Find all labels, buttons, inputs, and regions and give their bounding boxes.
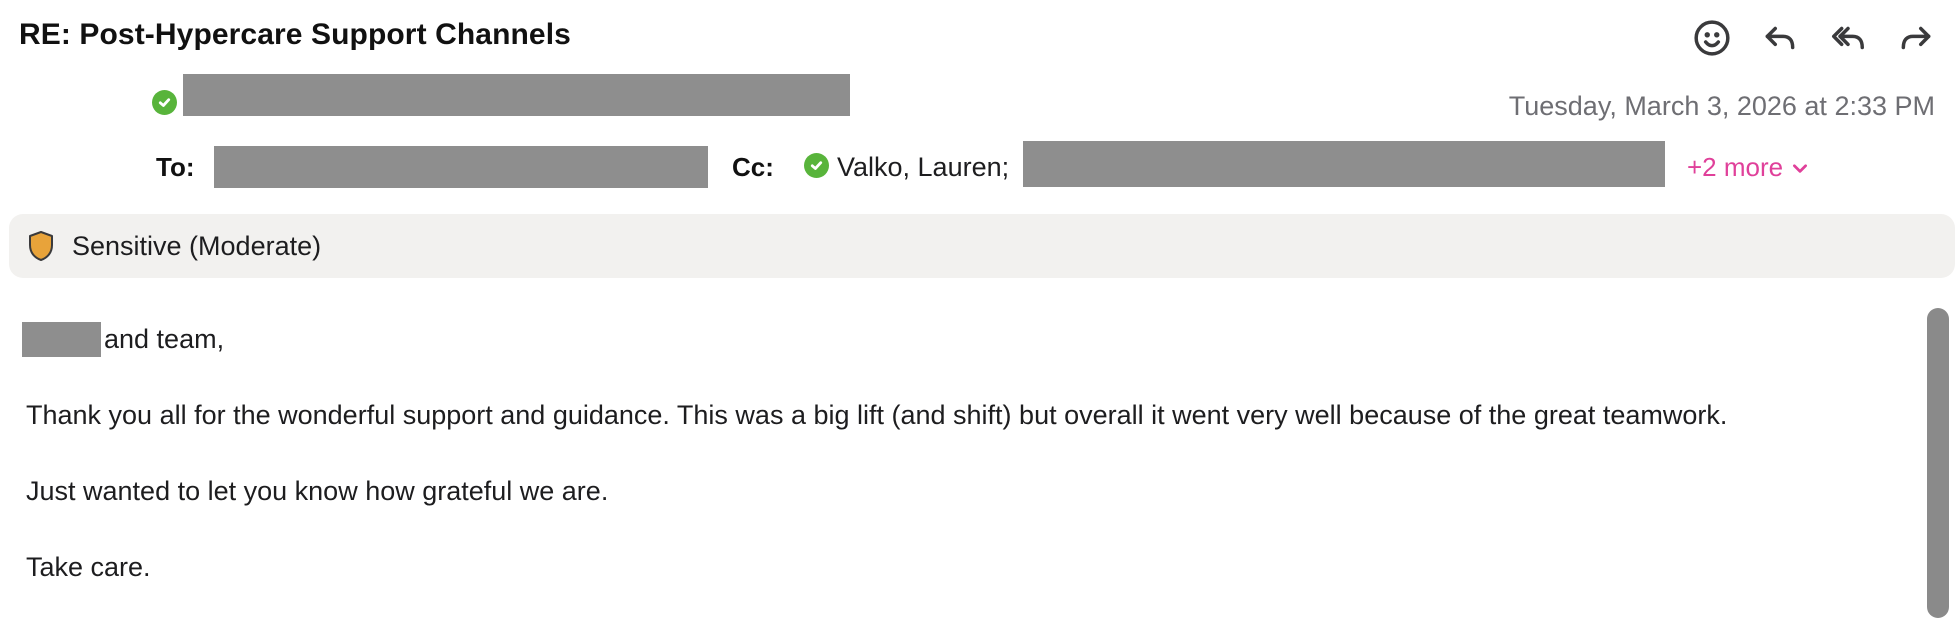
- recipients-row: To: Cc: Valko, Lauren; +2 more: [156, 141, 1936, 188]
- body-paragraph: Take care.: [26, 552, 151, 582]
- cc-label: Cc:: [732, 152, 774, 182]
- scrollbar-thumb[interactable]: [1927, 308, 1949, 618]
- sensitivity-banner: Sensitive (Moderate): [9, 214, 1955, 278]
- forward-icon: [1901, 26, 1931, 50]
- redacted-to-recipient[interactable]: [214, 146, 708, 188]
- redacted-name: [22, 322, 101, 357]
- sent-date: Tuesday, March 3, 2026 at 2:33 PM: [1508, 91, 1935, 121]
- reply-icon: [1765, 26, 1795, 50]
- chevron-down-icon: [1793, 163, 1808, 173]
- sender-row: [152, 74, 850, 116]
- reaction-button[interactable]: [1690, 16, 1734, 60]
- verified-check-icon: [152, 89, 177, 115]
- shield-icon: [29, 231, 53, 261]
- greeting: and team,: [104, 324, 225, 354]
- sensitivity-label: Sensitive (Moderate): [72, 231, 322, 261]
- message-toolbar: [1690, 16, 1938, 60]
- reply-button[interactable]: [1758, 16, 1802, 60]
- to-label: To:: [156, 152, 195, 182]
- reply-all-button[interactable]: [1826, 16, 1870, 60]
- reply-all-icon: [1832, 26, 1864, 50]
- more-recipients-button[interactable]: +2 more: [1687, 152, 1809, 183]
- emoji-icon: [1694, 20, 1730, 56]
- redacted-sender: [183, 74, 850, 116]
- redacted-cc-recipient[interactable]: [1023, 141, 1665, 187]
- email-subject: RE: Post-Hypercare Support Channels: [19, 18, 571, 51]
- body-paragraph: Just wanted to let you know how grateful…: [26, 476, 609, 506]
- more-recipients-label: +2 more: [1687, 152, 1784, 182]
- cc-recipient[interactable]: Valko, Lauren;: [837, 152, 1009, 183]
- body-paragraph: Thank you all for the wonderful support …: [26, 400, 1728, 430]
- forward-button[interactable]: [1894, 16, 1938, 60]
- verified-check-icon: [804, 153, 829, 178]
